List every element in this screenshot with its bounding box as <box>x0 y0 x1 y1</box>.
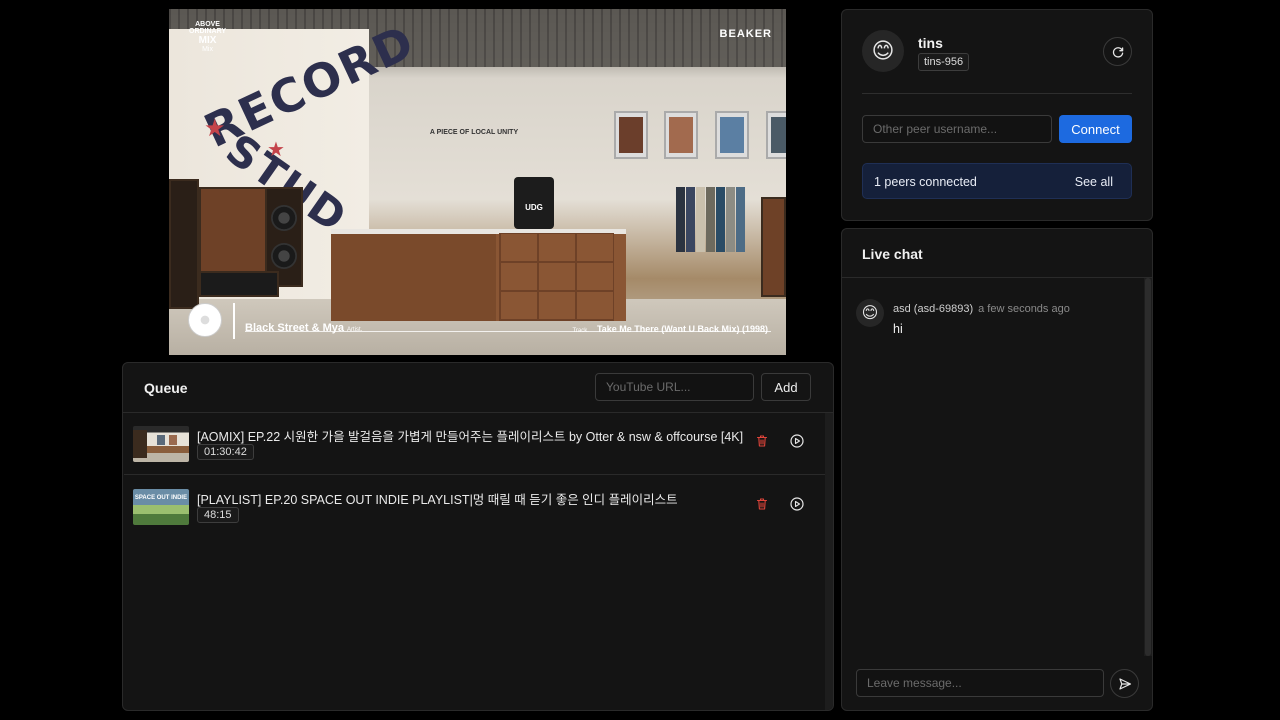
video-divider <box>233 303 235 339</box>
profile-id-badge: tins-956 <box>918 53 970 71</box>
video-counter-shelves <box>499 233 614 321</box>
queue-panel: Queue Add [AOMIX] EP.22 시원한 가을 발걸음을 가볍게 … <box>122 362 834 711</box>
profile-panel: 😊 tins tins-956 Connect 1 peers connecte… <box>841 9 1153 221</box>
profile-name: tins <box>918 35 943 51</box>
video-frame <box>715 111 749 159</box>
star-icon: ★ <box>204 115 226 142</box>
chat-scrollbar[interactable] <box>1144 278 1152 656</box>
peers-connected-text: 1 peers connected <box>874 175 977 189</box>
chat-header: Live chat <box>842 229 1152 278</box>
play-circle-icon[interactable] <box>788 432 806 450</box>
video-dj-bag: UDG <box>514 177 554 229</box>
trash-icon[interactable] <box>754 433 770 449</box>
refresh-button[interactable] <box>1103 37 1132 66</box>
queue-item[interactable]: [AOMIX] EP.22 시원한 가을 발걸음을 가볍게 만들어주는 플레이리… <box>124 413 827 475</box>
see-all-link[interactable]: See all <box>1075 175 1113 189</box>
video-channel-logo: ABOVE ORDINARY MIX Mix <box>189 21 227 53</box>
chat-message-time: a few seconds ago <box>978 303 1070 315</box>
smiling-face-icon: 😊 <box>862 30 904 72</box>
play-circle-icon[interactable] <box>788 495 806 513</box>
queue-title: Queue <box>144 380 188 396</box>
video-cabinet <box>761 197 786 297</box>
video-frame <box>664 111 698 159</box>
video-frame <box>766 111 786 159</box>
video-artist: Black Street & Mya Artist. <box>245 322 363 334</box>
profile-divider <box>862 93 1132 94</box>
queue-thumbnail: SPACE OUT INDIE <box>133 489 189 525</box>
queue-item[interactable]: SPACE OUT INDIE [PLAYLIST] EP.20 SPACE O… <box>124 476 827 538</box>
queue-item-duration: 48:15 <box>197 507 239 523</box>
refresh-icon <box>1112 46 1123 58</box>
peers-status: 1 peers connected See all <box>862 163 1132 199</box>
queue-thumbnail <box>133 426 189 462</box>
chat-message-text: hi <box>893 322 903 336</box>
queue-item-title: [PLAYLIST] EP.20 SPACE OUT INDIE PLAYLIS… <box>197 493 678 507</box>
chat-title: Live chat <box>862 246 923 262</box>
video-brand-logo: BEAKER <box>719 28 772 40</box>
star-icon: ★ <box>267 139 285 161</box>
video-clothes-rack <box>674 177 750 257</box>
add-button[interactable]: Add <box>761 373 811 401</box>
queue-scrollbar[interactable] <box>825 413 833 710</box>
video-player[interactable]: RECORD STUD ★ ★ A PIECE OF LOCAL UNITY U… <box>169 9 786 355</box>
connect-button[interactable]: Connect <box>1059 115 1132 143</box>
chat-message-author: asd (asd-69893) <box>893 303 974 315</box>
smiling-face-icon: 😊 <box>856 299 884 327</box>
send-button[interactable] <box>1110 669 1139 698</box>
video-track: Track. Take Me There (Want U Back Mix) (1… <box>572 324 768 334</box>
vinyl-disc-icon <box>188 303 222 337</box>
live-chat-panel: Live chat 😊 asd (asd-69893) a few seconds… <box>841 228 1153 711</box>
chat-message-meta: asd (asd-69893) a few seconds ago <box>893 303 1070 315</box>
queue-item-title: [AOMIX] EP.22 시원한 가을 발걸음을 가볍게 만들어주는 플레이리… <box>197 430 744 444</box>
video-amp <box>199 271 279 297</box>
video-speaker <box>169 179 199 309</box>
video-frame <box>614 111 648 159</box>
video-wall-text: A PIECE OF LOCAL UNITY <box>429 129 519 136</box>
trash-icon[interactable] <box>754 496 770 512</box>
chat-message-input[interactable] <box>856 669 1104 697</box>
send-icon <box>1118 677 1131 690</box>
queue-item-duration: 01:30:42 <box>197 444 254 460</box>
youtube-url-input[interactable] <box>595 373 754 401</box>
queue-header: Queue Add <box>123 363 833 413</box>
peer-username-input[interactable] <box>862 115 1052 143</box>
